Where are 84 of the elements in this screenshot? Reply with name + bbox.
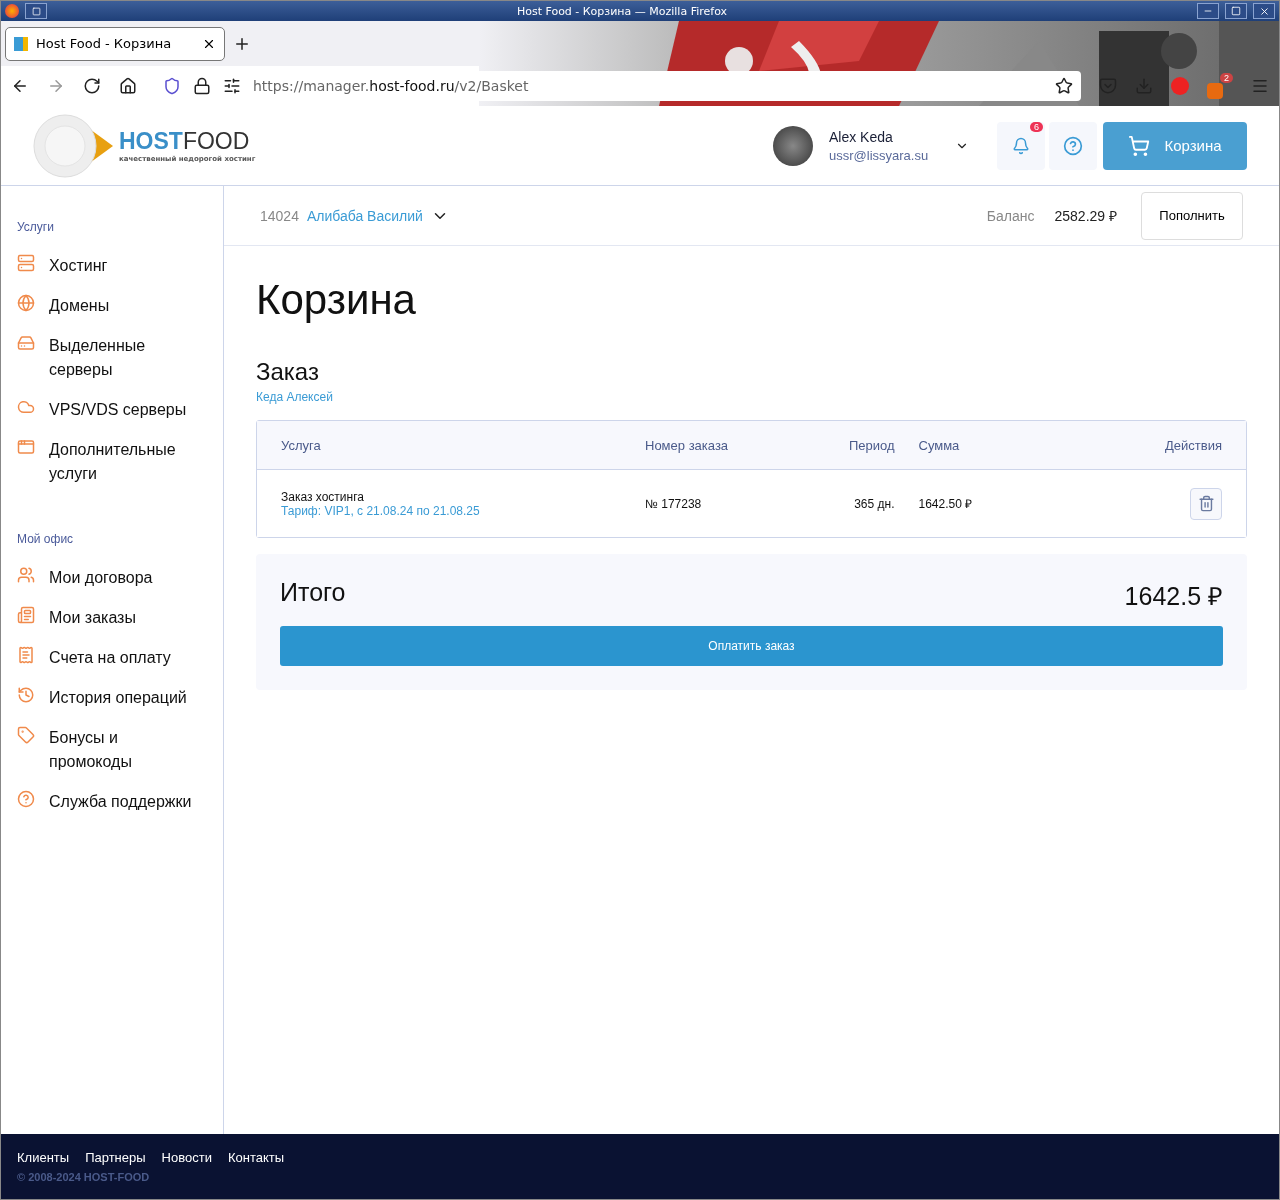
column-header: Период (847, 437, 896, 453)
url-text: https://manager.host-food.ru/v2/Basket (253, 78, 530, 94)
users-icon (17, 566, 35, 584)
home-button[interactable] (119, 77, 137, 95)
footer-link[interactable]: Клиенты (17, 1150, 70, 1165)
trash-icon (1197, 495, 1215, 512)
maximize-icon (1231, 6, 1241, 16)
page-title: Корзина (256, 276, 417, 324)
server-icon (17, 254, 35, 272)
delete-button[interactable] (1190, 487, 1222, 520)
column-header: Сумма (918, 437, 961, 453)
user-email: ussr@lissyara.su (829, 147, 930, 163)
sidebar-item[interactable]: Домены (17, 294, 217, 318)
window-icon (17, 438, 35, 456)
maximize-button[interactable] (1225, 3, 1247, 19)
sidebar-item[interactable]: Мои заказы (17, 606, 217, 630)
forward-button[interactable] (47, 77, 65, 95)
sidebar-item[interactable]: Бонусы и промокоды (17, 726, 217, 774)
window-menu-button[interactable] (25, 3, 47, 19)
sidebar-item[interactable]: История операций (17, 686, 217, 710)
favicon-icon (14, 36, 28, 51)
extension-button[interactable]: 2 (1207, 73, 1233, 99)
shield-icon (163, 77, 181, 95)
sidebar-section-title: Услуги (17, 220, 55, 234)
period-cell-text: 365 дн. (853, 496, 896, 511)
receipt-icon (17, 646, 35, 664)
user-avatar[interactable] (773, 125, 813, 166)
lock-icon (193, 77, 211, 95)
account-id: 14024 (260, 207, 299, 224)
service-name: Заказ хостинга (281, 489, 365, 504)
total-value: 1642.5 ₽ (1124, 581, 1223, 612)
footer-link[interactable]: Контакты (227, 1150, 285, 1165)
tariff-text: Тариф: VIP1, с 21.08.24 по 21.08.25 (281, 503, 481, 518)
reload-button[interactable] (83, 77, 101, 95)
document-icon (17, 606, 35, 624)
sidebar-item[interactable]: Выделенные серверы (17, 334, 217, 382)
cloud-icon (17, 398, 35, 416)
help-button[interactable] (1049, 121, 1097, 170)
user-name: Alex Keda (829, 128, 894, 145)
close-button[interactable] (1253, 3, 1275, 19)
footer-link[interactable]: Новости (161, 1150, 212, 1165)
copyright: © 2008-2024 HOST-FOOD (17, 1171, 151, 1183)
sidebar-item[interactable]: Дополнительные услуги (17, 438, 217, 486)
order-number: № 177238 (645, 496, 703, 511)
sidebar-item[interactable]: Мои договора (17, 566, 217, 590)
balance-label: Баланс (986, 207, 1035, 224)
sidebar-section-title: Мой офис (17, 532, 75, 546)
order-owner: Кеда Алексей (256, 390, 334, 404)
logo-icon (33, 112, 115, 179)
back-button[interactable] (11, 77, 29, 95)
help-icon (17, 790, 35, 808)
sidebar-item[interactable]: Хостинг (17, 254, 217, 278)
tab-label: Host Food - Корзина (36, 36, 173, 51)
balance-value: 2582.29 ₽ (1054, 207, 1117, 225)
window-title: Host Food - Корзина — Mozilla Firefox (515, 4, 729, 18)
minimize-button[interactable] (1197, 3, 1219, 19)
close-icon (1258, 5, 1270, 17)
sidebar-item[interactable]: Служба поддержки (17, 790, 217, 814)
column-header: Номер заказа (645, 437, 730, 453)
permissions-icon (223, 77, 241, 95)
notification-badge: 6 (1030, 121, 1043, 132)
extension-badge: 2 (1220, 73, 1233, 83)
column-header: Услуга (281, 437, 322, 453)
footer-link[interactable]: Партнеры (85, 1150, 146, 1165)
topup-button[interactable]: Пополнить (1141, 191, 1243, 240)
server-rack-icon (17, 334, 35, 352)
column-header: Действия (1164, 437, 1222, 453)
sidebar-item[interactable]: Счета на оплату (17, 646, 217, 670)
cart-icon (1128, 134, 1151, 157)
order-title: Заказ (256, 358, 320, 386)
square-icon (31, 6, 41, 16)
total-label: Итого (280, 578, 346, 608)
firefox-icon[interactable] (5, 4, 19, 18)
bell-icon (1012, 136, 1030, 155)
sum-cell-text: 1642.50 ₽ (918, 496, 974, 512)
sidebar-item[interactable]: VPS/VDS серверы (17, 398, 217, 422)
history-icon (17, 686, 35, 704)
help-icon (1063, 135, 1083, 156)
bookmark-star-button[interactable] (1055, 77, 1073, 95)
globe-icon (17, 294, 35, 312)
notifications-button[interactable]: 6 (997, 121, 1045, 170)
browser-tab[interactable]: Host Food - Корзина (5, 26, 225, 61)
logo-text: HOSTFOOD (119, 128, 251, 155)
tag-icon (17, 726, 35, 744)
